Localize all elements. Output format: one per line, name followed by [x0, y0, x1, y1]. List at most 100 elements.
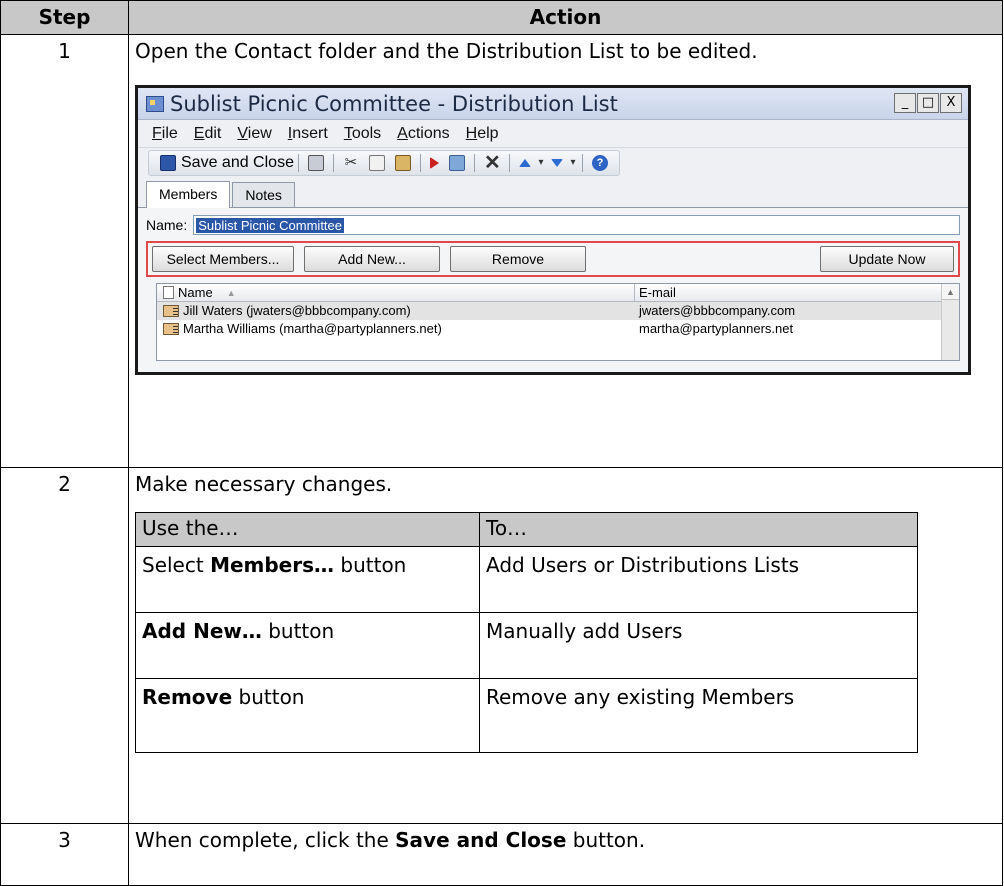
use-cell: Remove button	[135, 677, 480, 753]
address-book-icon[interactable]	[448, 155, 465, 172]
distribution-list-icon	[146, 95, 164, 112]
delete-icon[interactable]: ✕	[484, 153, 501, 173]
instruction-text-end: button.	[566, 827, 646, 852]
minimize-button[interactable]: _	[894, 93, 916, 114]
list-scrollbar[interactable]: ▲	[941, 284, 959, 361]
members-panel: Name: Sublist Picnic Committee Select Me…	[138, 208, 968, 373]
step-action: Make necessary changes. Use the… To… Sel…	[128, 466, 1003, 824]
menu-tools[interactable]: Tools	[344, 125, 381, 143]
name-row: Name: Sublist Picnic Committee	[146, 214, 960, 236]
list-item[interactable]: Jill Waters (jwaters@bbbcompany.com) jwa…	[157, 302, 959, 321]
form-tabs: Members Notes	[138, 178, 968, 209]
column-header-email[interactable]: E-mail	[635, 284, 959, 301]
menu-help[interactable]: Help	[466, 125, 499, 143]
save-and-close-button[interactable]: Save and Close	[181, 154, 294, 172]
document-icon	[163, 286, 174, 300]
button-usage-table: Use the… To… Select Members… button Add …	[135, 511, 918, 753]
toolbar-strip: Save and Close ✂ ✕ ▾ ▾ ?	[148, 150, 620, 177]
table-row: Remove button Remove any existing Member…	[135, 677, 918, 753]
column-header-name[interactable]: Name ▲	[157, 284, 635, 302]
member-email: martha@partyplanners.net	[639, 321, 794, 337]
to-cell: Remove any existing Members	[479, 677, 918, 753]
toolbar: Save and Close ✂ ✕ ▾ ▾ ?	[138, 148, 968, 178]
save-icon[interactable]	[160, 155, 176, 172]
instruction-text: When complete, click the	[135, 827, 396, 852]
member-buttons-highlight: Select Members... Add New... Remove Upda…	[146, 241, 960, 278]
member-name-cell: Jill Waters (jwaters@bbbcompany.com)	[157, 302, 635, 320]
step-number: 2	[0, 466, 129, 824]
cut-icon[interactable]: ✂	[343, 155, 359, 171]
toolbar-separator	[419, 154, 421, 173]
copy-icon[interactable]	[368, 155, 385, 172]
column-name-label: Name	[178, 284, 213, 300]
member-list-header: Name ▲ E-mail	[157, 284, 959, 303]
use-suffix: button	[232, 684, 305, 709]
menu-edit[interactable]: Edit	[194, 125, 222, 143]
select-members-button[interactable]: Select Members...	[152, 246, 294, 273]
window-title: Sublist Picnic Committee - Distribution …	[170, 91, 618, 116]
table-row: Add New… button Manually add Users	[135, 611, 918, 679]
step-action: When complete, click the Save and Close …	[128, 822, 1003, 886]
step-number: 3	[0, 822, 129, 886]
use-cell: Add New… button	[135, 611, 480, 679]
chevron-down-icon[interactable]: ▾	[568, 155, 578, 171]
toolbar-separator	[297, 154, 299, 173]
distribution-list-window-screenshot: Sublist Picnic Committee - Distribution …	[135, 85, 971, 376]
member-name: Martha Williams (martha@partyplanners.ne…	[183, 321, 442, 337]
name-field[interactable]: Sublist Picnic Committee	[193, 215, 960, 236]
window-controls: _ □ X	[893, 93, 962, 114]
toolbar-separator	[473, 154, 475, 173]
window-title-bar: Sublist Picnic Committee - Distribution …	[138, 88, 968, 121]
step-column-header: Step	[0, 0, 129, 36]
step-instruction: Make necessary changes.	[135, 471, 393, 496]
maximize-button[interactable]: □	[917, 93, 939, 114]
use-suffix: button	[261, 618, 335, 643]
menu-bar: File Edit View Insert Tools Actions Help	[138, 120, 968, 149]
save-and-close-emphasis: Save and Close	[395, 827, 567, 852]
tab-members[interactable]: Members	[146, 181, 231, 209]
toolbar-separator	[332, 154, 334, 173]
toolbar-separator	[581, 154, 583, 173]
update-now-button[interactable]: Update Now	[820, 246, 954, 273]
tab-notes[interactable]: Notes	[232, 182, 295, 208]
step-action: Open the Contact folder and the Distribu…	[128, 34, 1003, 468]
contact-card-icon	[163, 323, 179, 336]
close-button[interactable]: X	[940, 93, 962, 114]
add-new-button[interactable]: Add New...	[304, 246, 440, 273]
step-instruction: Open the Contact folder and the Distribu…	[135, 39, 758, 64]
step-row-1: 1 Open the Contact folder and the Distri…	[0, 34, 1003, 468]
member-email: jwaters@bbbcompany.com	[639, 303, 796, 319]
name-label: Name:	[146, 217, 188, 234]
remove-button[interactable]: Remove	[450, 246, 586, 273]
step-number: 1	[0, 34, 129, 468]
menu-view[interactable]: View	[237, 125, 271, 143]
use-cell: Select Members… button	[135, 545, 480, 613]
to-header: To…	[479, 511, 918, 547]
to-cell: Manually add Users	[479, 611, 918, 679]
use-suffix: button	[334, 552, 407, 577]
menu-insert[interactable]: Insert	[288, 125, 328, 143]
previous-item-icon[interactable]	[518, 159, 531, 168]
to-cell: Add Users or Distributions Lists	[479, 545, 918, 613]
list-item[interactable]: Martha Williams (martha@partyplanners.ne…	[157, 320, 959, 338]
name-value: Sublist Picnic Committee	[196, 218, 345, 234]
procedure-table: Step Action 1 Open the Contact folder an…	[0, 0, 1003, 886]
use-bold: Add New…	[142, 618, 262, 643]
flag-icon[interactable]	[429, 157, 439, 170]
use-bold: Members…	[210, 552, 335, 577]
scroll-up-arrow-icon[interactable]: ▲	[942, 284, 959, 301]
menu-file[interactable]: File	[152, 125, 178, 143]
menu-actions[interactable]: Actions	[397, 125, 449, 143]
action-column-header: Action	[128, 0, 1003, 36]
step-row-2: 2 Make necessary changes. Use the… To… S…	[0, 466, 1003, 824]
help-icon[interactable]: ?	[591, 155, 608, 172]
use-the-header: Use the…	[135, 511, 480, 547]
paste-icon[interactable]	[394, 155, 411, 172]
member-name: Jill Waters (jwaters@bbbcompany.com)	[183, 303, 411, 319]
chevron-down-icon[interactable]: ▾	[536, 155, 546, 171]
member-list: Name ▲ E-mail Jill Waters (jwaters@bbbco…	[156, 283, 960, 362]
step-instruction: When complete, click the Save and Close …	[135, 828, 1002, 852]
next-item-icon[interactable]	[550, 159, 563, 168]
use-prefix: Select	[142, 552, 211, 577]
print-icon[interactable]	[307, 155, 324, 172]
